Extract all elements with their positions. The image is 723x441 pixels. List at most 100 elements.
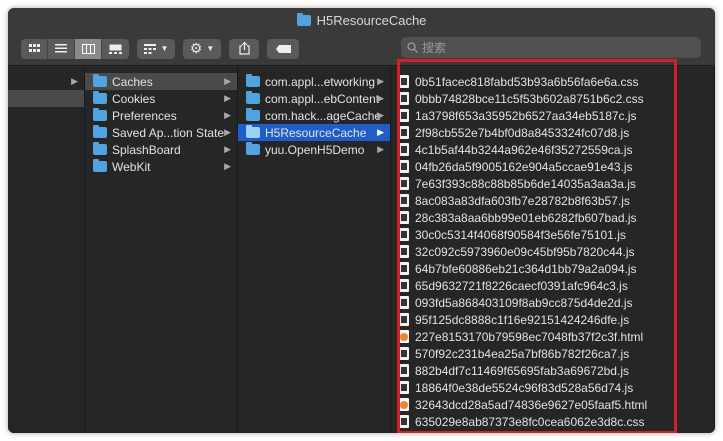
folder-icon	[93, 74, 107, 87]
chevron-right-icon: ▶	[224, 144, 231, 154]
file-name: 635029e8ab87373e8fc0cea6062e3d8c.css	[415, 414, 645, 429]
file-list-item[interactable]: 7e63f393c88c88b85b6de14035a3aa3a.js	[391, 175, 714, 192]
folder-label: com.hack...ageCache	[265, 108, 382, 123]
column3-folder-item[interactable]: yuu.OpenH5Demo ▶	[238, 141, 390, 158]
file-name: 32c092c5973960e09c45bf95b7820c44.js	[415, 244, 635, 259]
document-file-icon	[399, 245, 409, 258]
file-name: 1a3798f653a35952b6527aa34eb5187c.js	[415, 108, 637, 123]
gear-icon: ⚙	[189, 40, 203, 56]
folder-label: com.appl...ebContent	[265, 91, 380, 106]
chevron-right-icon: ▶	[224, 161, 231, 171]
folder-icon	[246, 125, 260, 138]
file-list-item[interactable]: 635029e8ab87373e8fc0cea6062e3d8c.css	[391, 413, 714, 430]
file-list-item[interactable]: 32c092c5973960e09c45bf95b7820c44.js	[391, 243, 714, 260]
file-list-item[interactable]: 1a3798f653a35952b6527aa34eb5187c.js	[391, 107, 714, 124]
document-file-icon	[399, 262, 409, 275]
file-list-item[interactable]: 0bbb74828bce11c5f53b602a8751b6c2.css	[391, 90, 714, 107]
document-file-icon	[399, 211, 409, 224]
column3-folder-item[interactable]: com.appl...etworking ▶	[238, 73, 390, 90]
grid-view-icon	[28, 44, 40, 52]
title-bar: H5ResourceCache	[8, 8, 715, 32]
column-browser: ▶ Caches ▶ Cookies ▶ Preferences ▶ Saved Ap...…	[8, 67, 715, 433]
file-list-item[interactable]: 227e8153170b79598ec7048fb37f2c3f.html	[391, 328, 714, 345]
group-by-button[interactable]: ▼	[137, 38, 175, 59]
file-list-item[interactable]: 0b51facec818fabd53b93a6b56fa6e6a.css	[391, 73, 714, 90]
chevron-right-icon: ▶	[224, 93, 231, 103]
document-file-icon	[399, 296, 409, 309]
share-icon	[238, 42, 250, 55]
html-file-icon	[399, 398, 409, 411]
file-name: 8ac083a83dfa603fb7e28782b8f63b57.js	[415, 193, 630, 208]
column3-folder-item[interactable]: com.hack...ageCache ▶	[238, 107, 390, 124]
column-1-row[interactable]: ▶	[8, 73, 84, 90]
document-file-icon	[399, 381, 409, 394]
column2-folder-item[interactable]: Cookies ▶	[85, 90, 237, 107]
column-view-button[interactable]	[75, 38, 102, 59]
folder-label: yuu.OpenH5Demo	[265, 142, 365, 157]
file-name: 2f98cb552e7b4bf0d8a8453324fc07d8.js	[415, 125, 630, 140]
tag-icon	[275, 44, 291, 53]
file-name: 570f92c231b4ea25a7bf86b782f26ca7.js	[415, 346, 630, 361]
column2-folder-item[interactable]: Saved Ap...tion State ▶	[85, 124, 237, 141]
folder-icon	[93, 159, 107, 172]
folder-icon	[93, 91, 107, 104]
search-field[interactable]	[401, 37, 701, 58]
chevron-down-icon: ▼	[206, 44, 215, 53]
folder-label: Caches	[112, 74, 153, 89]
file-list-item[interactable]: 30c0c5314f4068f90584f3e56fe75101.js	[391, 226, 714, 243]
folder-label: Cookies	[112, 91, 156, 106]
document-file-icon	[399, 364, 409, 377]
folder-icon	[93, 142, 107, 155]
file-list-item[interactable]: 8ac083a83dfa603fb7e28782b8f63b57.js	[391, 192, 714, 209]
chevron-right-icon: ▶	[224, 127, 231, 137]
column2-folder-item[interactable]: SplashBoard ▶	[85, 141, 237, 158]
file-name: 30c0c5314f4068f90584f3e56fe75101.js	[415, 227, 626, 242]
folder-icon	[93, 125, 107, 138]
column2-folder-item[interactable]: Caches ▶	[85, 73, 237, 90]
icon-view-button[interactable]	[21, 38, 48, 59]
file-list-item[interactable]: 18864f0e38de5524c96f83d528a56d74.js	[391, 379, 714, 396]
search-input[interactable]	[422, 40, 682, 55]
column-1[interactable]: ▶	[8, 67, 85, 433]
document-file-icon	[399, 75, 409, 88]
file-list-item[interactable]: 64b7bfe60886eb21c364d1bb79a2a094.js	[391, 260, 714, 277]
file-list-item[interactable]: 093fd5a868403109f8ab9cc875d4de2d.js	[391, 294, 714, 311]
action-button[interactable]: ⚙ ▼	[183, 38, 221, 59]
list-view-button[interactable]	[48, 38, 75, 59]
column3-folder-item[interactable]: com.appl...ebContent ▶	[238, 90, 390, 107]
view-mode-control	[21, 38, 129, 59]
column-1-row-selected[interactable]	[8, 90, 84, 107]
column2-folder-item[interactable]: WebKit ▶	[85, 158, 237, 175]
folder-icon	[246, 108, 260, 121]
document-file-icon	[399, 194, 409, 207]
file-list-item[interactable]: 95f125dc8888c1f16e92151424246dfe.js	[391, 311, 714, 328]
file-list-item[interactable]: 04fb26da5f9005162e904a5ccae91e43.js	[391, 158, 714, 175]
file-list-item[interactable]: 4c1b5af44b3244a962e46f35272559ca.js	[391, 141, 714, 158]
folder-icon	[246, 91, 260, 104]
chevron-right-icon: ▶	[71, 76, 78, 86]
folder-label: WebKit	[112, 159, 151, 174]
file-list-item[interactable]: 882b4df7c11469f65695fab3a69672bd.js	[391, 362, 714, 379]
column-view-icon	[81, 43, 95, 54]
file-list-item[interactable]: 65d9632721f8226caecf0391afc964c3.js	[391, 277, 714, 294]
file-list-item[interactable]: 570f92c231b4ea25a7bf86b782f26ca7.js	[391, 345, 714, 362]
column3-folder-item[interactable]: H5ResourceCache ▶	[238, 124, 390, 141]
file-list-item[interactable]: 2f98cb552e7b4bf0d8a8453324fc07d8.js	[391, 124, 714, 141]
file-name: 0b51facec818fabd53b93a6b56fa6e6a.css	[415, 74, 639, 89]
folder-label: Saved Ap...tion State	[112, 125, 225, 140]
document-file-icon	[399, 313, 409, 326]
share-button[interactable]	[229, 38, 259, 59]
file-list-item[interactable]: 28c383a8aa6bb99e01eb6282fb607bad.js	[391, 209, 714, 226]
document-file-icon	[399, 92, 409, 105]
folder-label: SplashBoard	[112, 142, 181, 157]
toolbar: ▼ ⚙ ▼	[8, 32, 715, 66]
chevron-right-icon: ▶	[224, 76, 231, 86]
folder-label: com.appl...etworking	[265, 74, 376, 89]
tag-button[interactable]	[267, 38, 299, 59]
chevron-right-icon: ▶	[224, 110, 231, 120]
file-list-item[interactable]: 32643dcd28a5ad74836e9627e05faaf5.html	[391, 396, 714, 413]
folder-icon	[246, 74, 260, 87]
gallery-view-button[interactable]	[102, 39, 129, 59]
column2-folder-item[interactable]: Preferences ▶	[85, 107, 237, 124]
file-name: 64b7bfe60886eb21c364d1bb79a2a094.js	[415, 261, 637, 276]
